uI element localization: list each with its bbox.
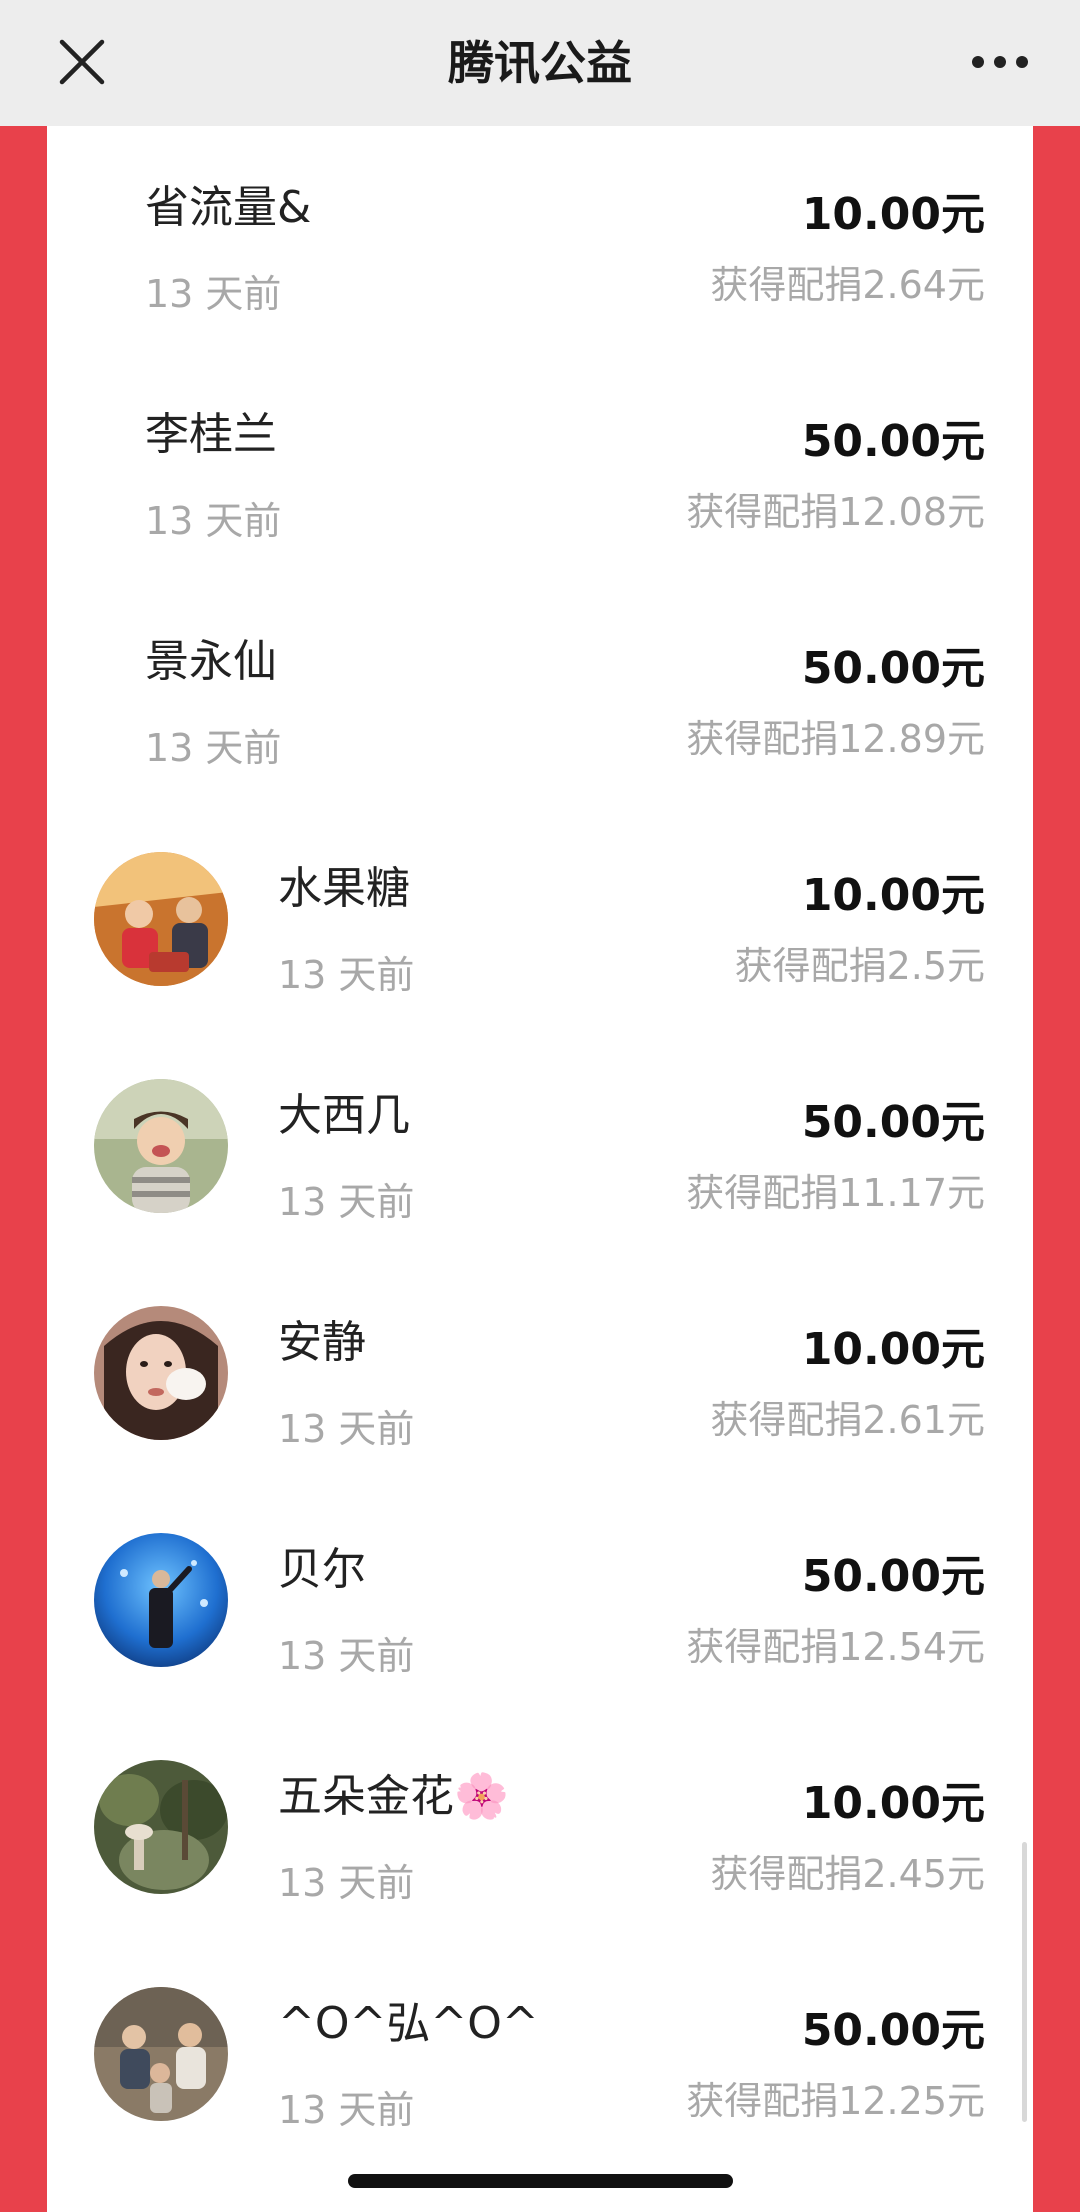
avatar-woman-photo	[94, 1306, 228, 1440]
matched-donation: 获得配捐12.54元	[686, 1625, 985, 1669]
donation-list-panel: 省流量& 13 天前 10.00元 获得配捐2.64元 李桂兰 13 天前 50…	[47, 126, 1033, 2212]
matched-donation: 获得配捐2.64元	[710, 263, 985, 307]
donation-time: 13 天前	[145, 726, 282, 770]
donation-row[interactable]: 景永仙 13 天前 50.00元 获得配捐12.89元	[47, 580, 1033, 807]
donor-name: 五朵金花🌸	[278, 1771, 509, 1822]
donation-amount: 50.00元	[801, 416, 985, 467]
donation-amount: 10.00元	[801, 1324, 985, 1375]
avatar[interactable]	[94, 1533, 228, 1667]
donor-name: 水果糖	[278, 863, 410, 914]
donation-row[interactable]: 省流量& 13 天前 10.00元 获得配捐2.64元	[47, 126, 1033, 353]
avatar-garden-photo	[94, 1760, 228, 1894]
donation-row[interactable]: ^O^弘^O^ 13 天前 50.00元 获得配捐12.25元	[47, 1942, 1033, 2169]
donation-amount: 50.00元	[801, 643, 985, 694]
avatar[interactable]	[94, 1760, 228, 1894]
donor-name: 大西几	[278, 1090, 410, 1141]
donation-amount: 10.00元	[801, 1778, 985, 1829]
donation-amount: 50.00元	[801, 2005, 985, 2056]
donation-row[interactable]: 李桂兰 13 天前 50.00元 获得配捐12.08元	[47, 353, 1033, 580]
matched-donation: 获得配捐12.08元	[686, 490, 985, 534]
donation-row[interactable]: 安静 13 天前 10.00元 获得配捐2.61元	[47, 1261, 1033, 1488]
matched-donation: 获得配捐12.25元	[686, 2079, 985, 2123]
donation-row[interactable]: 五朵金花🌸 13 天前 10.00元 获得配捐2.45元	[47, 1715, 1033, 1942]
matched-donation: 获得配捐12.89元	[686, 717, 985, 761]
matched-donation: 获得配捐2.45元	[710, 1852, 985, 1896]
home-indicator[interactable]	[348, 2174, 733, 2188]
donation-row[interactable]: 大西几 13 天前 50.00元 获得配捐11.17元	[47, 1034, 1033, 1261]
donor-name: 李桂兰	[145, 409, 277, 460]
donor-name: 景永仙	[145, 636, 277, 687]
donation-amount: 10.00元	[801, 870, 985, 921]
donation-amount: 50.00元	[801, 1097, 985, 1148]
avatar[interactable]	[94, 852, 228, 986]
avatar-kids-photo	[94, 1987, 228, 2121]
matched-donation: 获得配捐2.61元	[710, 1398, 985, 1442]
top-nav-bar: 腾讯公益	[0, 0, 1080, 126]
avatar-family-photo	[94, 852, 228, 986]
donation-amount: 50.00元	[801, 1551, 985, 1602]
donation-time: 13 天前	[278, 1407, 415, 1451]
donor-name: 省流量&	[145, 182, 312, 233]
avatar[interactable]	[94, 1079, 228, 1213]
donor-name: 贝尔	[278, 1544, 366, 1595]
donation-time: 13 天前	[145, 272, 282, 316]
donation-time: 13 天前	[278, 1634, 415, 1678]
avatar-child-photo	[94, 1079, 228, 1213]
matched-donation: 获得配捐11.17元	[686, 1171, 985, 1215]
scrollbar[interactable]	[1022, 1842, 1027, 2122]
donation-amount: 10.00元	[801, 189, 985, 240]
donor-name: ^O^弘^O^	[278, 1998, 539, 2049]
donation-row[interactable]: 贝尔 13 天前 50.00元 获得配捐12.54元	[47, 1488, 1033, 1715]
avatar-aquarium-photo	[94, 1533, 228, 1667]
page-title: 腾讯公益	[448, 36, 632, 90]
donation-time: 13 天前	[278, 1180, 415, 1224]
matched-donation: 获得配捐2.5元	[734, 944, 985, 988]
more-options-button[interactable]	[960, 30, 1040, 94]
avatar[interactable]	[94, 1306, 228, 1440]
avatar[interactable]	[94, 1987, 228, 2121]
more-icon	[972, 56, 1028, 68]
donor-name: 安静	[278, 1317, 366, 1368]
donation-time: 13 天前	[278, 953, 415, 997]
donation-time: 13 天前	[278, 2088, 415, 2132]
donation-time: 13 天前	[145, 499, 282, 543]
donation-row[interactable]: 水果糖 13 天前 10.00元 获得配捐2.5元	[47, 807, 1033, 1034]
donation-time: 13 天前	[278, 1861, 415, 1905]
